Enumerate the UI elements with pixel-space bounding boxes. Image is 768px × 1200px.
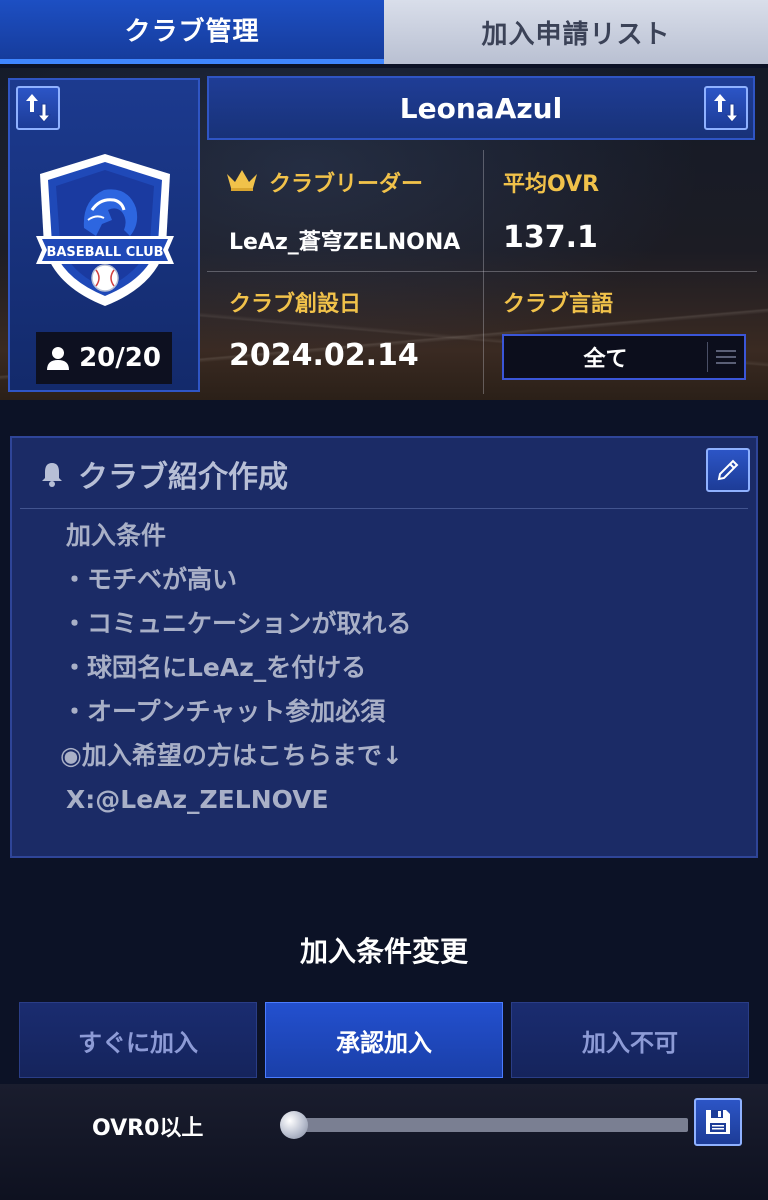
leader-value: LeAz_蒼穹ZELNONA bbox=[229, 230, 461, 255]
floppy-disk-icon bbox=[706, 1110, 730, 1134]
join-immediately-button[interactable]: すぐに加入 bbox=[19, 1002, 257, 1078]
join-condition-title: 加入条件変更 bbox=[299, 935, 468, 968]
ovr-requirement-label: OVR0以上 bbox=[92, 1116, 204, 1141]
edit-intro-button[interactable] bbox=[706, 448, 750, 492]
crown-icon bbox=[227, 170, 257, 191]
language-select[interactable]: 全て bbox=[502, 334, 746, 380]
club-info-grid: クラブリーダー LeAz_蒼穹ZELNONA 平均OVR 137.1 クラブ創設… bbox=[207, 150, 757, 394]
club-emblem-card: BASEBALL CLUB 20/20 bbox=[8, 78, 200, 392]
intro-line: ・モチベが高い bbox=[62, 565, 238, 594]
member-count: 20/20 bbox=[36, 332, 172, 384]
intro-header: クラブ紹介作成 bbox=[40, 452, 288, 496]
ovr-requirement-row: OVR0以上 bbox=[0, 1084, 768, 1200]
intro-line: 加入条件 bbox=[66, 521, 167, 550]
baseball-club-crest: BASEBALL CLUB bbox=[36, 154, 174, 306]
founded-label: クラブ創設日 bbox=[229, 292, 362, 317]
language-label: クラブ言語 bbox=[503, 292, 614, 317]
save-button[interactable] bbox=[694, 1098, 742, 1146]
intro-line: X:@LeAz_ZELNOVE bbox=[66, 785, 329, 814]
club-name-bar: LeonaAzul bbox=[207, 76, 755, 140]
grid-divider-horizontal bbox=[207, 271, 757, 272]
member-count-value: 20/20 bbox=[79, 343, 161, 373]
ovr-slider-thumb[interactable] bbox=[280, 1111, 308, 1139]
leader-label: クラブリーダー bbox=[269, 172, 424, 197]
intro-text: 加入条件 ・モチベが高い ・コミュニケーションが取れる ・球団名にLeAz_を付… bbox=[60, 514, 742, 822]
swap-club-button[interactable] bbox=[704, 86, 748, 130]
ovr-slider[interactable] bbox=[280, 1111, 688, 1139]
tab-club-management[interactable]: クラブ管理 bbox=[0, 0, 384, 64]
intro-line: ◉加入希望の方はこちらまで↓ bbox=[60, 741, 403, 770]
intro-line: ・コミュニケーションが取れる bbox=[62, 609, 412, 638]
avg-ovr-label: 平均OVR bbox=[503, 172, 600, 197]
club-name: LeonaAzul bbox=[399, 91, 563, 125]
tab-bar: クラブ管理 加入申請リスト bbox=[0, 0, 768, 68]
swap-emblem-button[interactable] bbox=[16, 86, 60, 130]
founded-value: 2024.02.14 bbox=[229, 338, 419, 373]
crest-text: BASEBALL CLUB bbox=[46, 245, 163, 260]
swap-icon bbox=[26, 94, 52, 123]
intro-line: ・オープンチャット参加必須 bbox=[62, 697, 386, 726]
language-value: 全て bbox=[583, 347, 628, 372]
join-disabled-button[interactable]: 加入不可 bbox=[511, 1002, 749, 1078]
swap-icon bbox=[714, 94, 740, 123]
pencil-icon bbox=[717, 459, 739, 481]
intro-line: ・球団名にLeAz_を付ける bbox=[62, 653, 367, 682]
intro-divider bbox=[20, 508, 748, 509]
menu-icon bbox=[708, 350, 744, 364]
tab-join-request-list[interactable]: 加入申請リスト bbox=[384, 0, 768, 64]
bell-icon bbox=[42, 463, 62, 487]
approval-join-button[interactable]: 承認加入 bbox=[265, 1002, 503, 1078]
intro-title: クラブ紹介作成 bbox=[78, 460, 288, 495]
person-icon bbox=[47, 347, 70, 370]
grid-divider-vertical bbox=[483, 150, 484, 394]
club-intro-panel: クラブ紹介作成 加入条件 ・モチベが高い ・コミュニケーションが取れる ・球団名… bbox=[10, 436, 758, 858]
avg-ovr-value: 137.1 bbox=[503, 220, 598, 255]
